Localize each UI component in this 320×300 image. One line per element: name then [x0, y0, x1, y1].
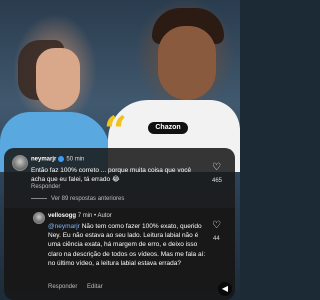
reply-actions: Responder Editar [48, 284, 111, 290]
heart-icon[interactable]: ♡ [212, 220, 221, 231]
reply-text: @neymarjr Não tem como fazer 100% exato,… [48, 222, 206, 268]
like-count: 465 [212, 178, 223, 184]
person-left-face [36, 48, 80, 110]
divider-line [31, 197, 47, 199]
view-more-replies[interactable]: Ver 89 respostas anteriores [31, 196, 124, 202]
comment-username[interactable]: neymarjr [31, 157, 56, 163]
speaker-icon[interactable]: ◀ [218, 282, 232, 296]
reply-button[interactable]: Responder [48, 284, 77, 290]
reply-username[interactable]: vellosogg [48, 213, 76, 219]
heart-icon[interactable]: ♡ [212, 162, 221, 173]
verified-badge-icon [58, 156, 65, 162]
author-tag: Autor [97, 213, 112, 219]
comment-header: neymarjr 50 min [31, 156, 84, 163]
avatar[interactable] [33, 212, 45, 224]
avatar[interactable] [12, 155, 28, 171]
jersey-sponsor-logo: Chazon [148, 122, 188, 134]
reply-time: 7 min [77, 213, 93, 219]
quote-mark-icon: “ [104, 108, 128, 155]
comment-time: 50 min [66, 156, 85, 163]
edit-button[interactable]: Editar [87, 284, 103, 290]
reply-button[interactable]: Responder [31, 184, 60, 190]
mention-link[interactable]: @neymarjr [48, 223, 80, 230]
comment-text: Então faz 100% correto ... porque muita … [31, 167, 192, 183]
like-count: 44 [213, 236, 220, 242]
person-right-face [158, 26, 216, 100]
reply-header: vellosogg 7 min • Autor [48, 213, 112, 219]
view-more-label: Ver 89 respostas anteriores [51, 196, 125, 202]
